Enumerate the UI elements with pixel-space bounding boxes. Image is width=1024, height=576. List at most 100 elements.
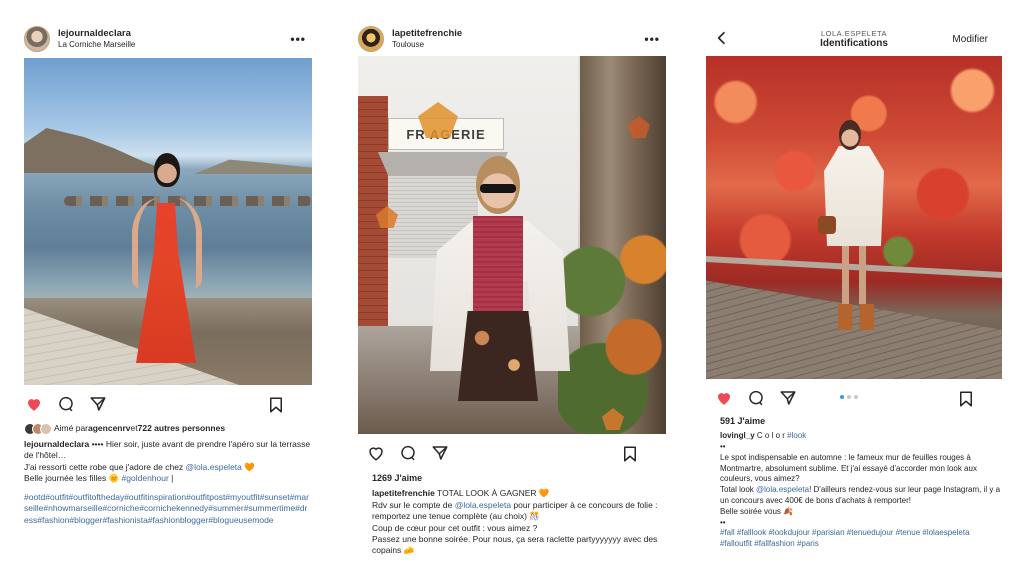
heart-icon[interactable] — [366, 443, 386, 463]
header-text: lejournaldeclara La Corniche Marseille — [58, 28, 135, 49]
caption-line: lejournaldeclara •••• Hier soir, juste a… — [24, 439, 312, 462]
caption-line: Passez une bonne soirée. Pour nous, ça s… — [372, 534, 666, 557]
photo-hill-far — [194, 159, 312, 174]
heart-icon[interactable] — [714, 388, 734, 408]
share-icon[interactable] — [88, 394, 108, 414]
caption-username[interactable]: lapetitefrenchie — [372, 488, 435, 498]
comment-icon[interactable] — [398, 443, 418, 463]
caption-hashtag[interactable]: #goldenhour — [122, 473, 169, 483]
username[interactable]: lejournaldeclara — [58, 28, 135, 40]
post-card-1: lejournaldeclara La Corniche Marseille •… — [24, 0, 312, 527]
action-bar — [24, 391, 312, 417]
photo-person-legs — [842, 246, 866, 304]
likes-count[interactable]: 1269 J'aime — [372, 472, 666, 484]
caption-text: Total look — [720, 485, 757, 495]
action-bar — [706, 385, 1002, 411]
post-card-2: lapetitefrenchie Toulouse ••• FR AGERIE — [358, 0, 666, 557]
post-photo[interactable]: FR AGERIE — [358, 56, 666, 434]
liked-by-line: Aimé par agencenrv et 722 autres personn… — [24, 423, 312, 435]
caption-separator: •• — [720, 441, 726, 451]
caption-text: Passez une bonne soirée. Pour nous, ça s… — [372, 534, 658, 556]
comment-icon[interactable] — [56, 394, 76, 414]
carousel-dot — [847, 395, 851, 399]
caption-mention[interactable]: @lola.espeleta — [455, 500, 511, 510]
caption-line: Belle journée les filles 🌞 #goldenhour | — [24, 473, 312, 484]
likes-count[interactable]: 591 J'aime — [720, 415, 1002, 427]
bookmark-icon[interactable] — [266, 395, 286, 415]
liked-by-others[interactable]: 722 autres personnes — [138, 423, 225, 434]
liker-avatars — [24, 423, 52, 435]
share-icon[interactable] — [778, 388, 798, 408]
caption-line: lovingl_y C o l o r #look — [720, 431, 1002, 442]
more-icon[interactable]: ••• — [290, 32, 306, 46]
caption-text: C o l o r — [754, 431, 788, 441]
caption-line: Le spot indispensable en automne : le fa… — [720, 452, 977, 484]
edit-button[interactable]: Modifier — [952, 34, 988, 45]
carousel-dot — [854, 395, 858, 399]
hashtag-block[interactable]: #fall #falllook #lookdujour #parisian #t… — [720, 528, 1002, 550]
caption-username[interactable]: lovingl_y — [720, 431, 755, 440]
caption-line: Coup de cœur pour cet outfit : vous aime… — [372, 522, 538, 533]
comment-icon[interactable] — [746, 388, 766, 408]
back-arrow-icon[interactable] — [714, 30, 730, 46]
photo-bag — [818, 216, 836, 234]
caption-text: Rdv sur le compte de — [372, 499, 455, 510]
header-text: lapetitefrenchie Toulouse — [392, 28, 462, 49]
caption-text: TOTAL LOOK À GAGNER — [434, 488, 539, 499]
caption-line: J'ai ressorti cette robe que j'adore de … — [24, 462, 312, 473]
caption-line: lapetitefrenchie TOTAL LOOK À GAGNER 🧡 — [372, 488, 666, 499]
photo-person-boots — [838, 304, 874, 330]
bookmark-icon[interactable] — [620, 444, 640, 464]
caption-text: | — [168, 473, 174, 484]
carousel-dots — [840, 395, 858, 399]
carousel-dot-active — [840, 395, 844, 399]
caption-emoji: 🧡 — [244, 461, 255, 472]
caption-text: Belle journée les filles — [24, 473, 109, 484]
post-caption: 591 J'aime lovingl_y C o l o r #look •• … — [720, 415, 1002, 550]
photo-hill — [24, 128, 174, 173]
caption-line: Belle soirée vous 🍂 — [720, 507, 1002, 518]
action-bar — [358, 440, 666, 466]
caption-mention[interactable]: @lola.espeleta — [186, 462, 242, 472]
location[interactable]: Toulouse — [392, 40, 462, 49]
username[interactable]: lapetitefrenchie — [392, 28, 462, 40]
liker-avatar — [40, 423, 52, 435]
hashtag-block[interactable]: #ootd#outfit#outfitoftheday#outfitinspir… — [24, 492, 312, 526]
post-card-3: LOLA.ESPELETA Identifications Modifier 5… — [706, 0, 1002, 550]
photo-foliage — [558, 216, 666, 434]
caption-username[interactable]: lejournaldeclara — [24, 439, 89, 449]
caption-mention[interactable]: @lola.espeleta — [756, 485, 809, 494]
heart-icon[interactable] — [24, 394, 44, 414]
photo-person-head — [154, 153, 180, 187]
caption-emoji: 🌞 — [108, 473, 120, 484]
liked-by-and: et — [130, 423, 138, 434]
caption-separator: •• — [720, 517, 726, 527]
photo-person-skirt — [458, 311, 538, 401]
caption-emoji: 🧀 — [403, 545, 415, 556]
avatar[interactable] — [24, 26, 50, 52]
post-header: lejournaldeclara La Corniche Marseille •… — [24, 24, 312, 54]
nav-title: Identifications — [820, 37, 888, 49]
post-caption: Aimé par agencenrv et 722 autres personn… — [24, 423, 312, 526]
liked-by-prefix: Aimé par — [54, 423, 89, 434]
caption-line: Rdv sur le compte de @lola.espeleta pour… — [372, 500, 666, 523]
post-photo[interactable] — [706, 56, 1002, 379]
caption-text: Belle soirée vous — [720, 506, 784, 516]
location[interactable]: La Corniche Marseille — [58, 40, 135, 49]
nav-subtitle: LOLA.ESPELETA — [821, 28, 887, 38]
share-icon[interactable] — [430, 443, 450, 463]
avatar[interactable] — [358, 26, 384, 52]
caption-emoji: 🎊 — [529, 511, 540, 522]
post-photo[interactable] — [24, 58, 312, 385]
post-header: lapetitefrenchie Toulouse ••• — [358, 24, 666, 54]
caption-emoji: 🍂 — [783, 506, 794, 516]
caption-emoji: 🧡 — [538, 488, 550, 499]
caption-line: Total look @lola.espeleta! D'ailleurs re… — [720, 485, 1002, 507]
photo-person-head — [839, 120, 861, 150]
liked-by-user[interactable]: agencenrv — [88, 423, 131, 434]
caption-hashtag[interactable]: #look — [787, 431, 806, 440]
bookmark-icon[interactable] — [956, 389, 976, 409]
photo-sunglasses — [480, 184, 516, 193]
more-icon[interactable]: ••• — [644, 32, 660, 46]
